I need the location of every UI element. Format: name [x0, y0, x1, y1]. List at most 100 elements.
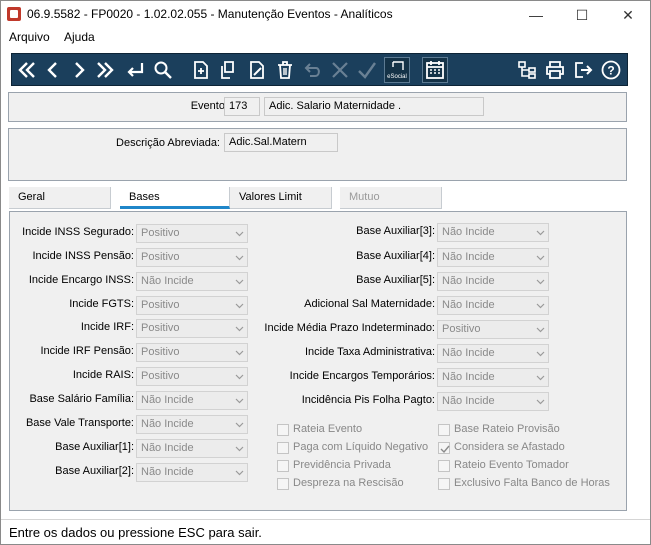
adicional-sal-maternidade-select[interactable]: Não Incide	[437, 296, 549, 315]
descricao-field[interactable]: Adic.Sal.Matern	[224, 133, 338, 152]
tab-valores-limit[interactable]: Valores Limit	[230, 187, 332, 209]
exclusivo-falta-banco-horas-checkbox[interactable]: Exclusivo Falta Banco de Horas	[438, 477, 618, 491]
base-salario-familia-label: Base Salário Família:	[29, 393, 134, 405]
delete-icon	[278, 61, 292, 79]
chevron-down-icon	[536, 303, 545, 309]
help-button[interactable]: ?	[598, 57, 624, 83]
toolbar: eSocial ?	[11, 53, 628, 86]
search-button[interactable]	[150, 57, 176, 83]
incidencia-pis-select[interactable]: Não Incide	[437, 392, 549, 411]
cancel-icon	[332, 62, 348, 78]
confirm-button[interactable]	[354, 57, 380, 83]
incide-fgts-label: Incide FGTS:	[69, 298, 134, 310]
print-button[interactable]	[542, 57, 568, 83]
base-auxiliar-5-select[interactable]: Não Incide	[437, 272, 549, 291]
chevron-down-icon	[235, 303, 244, 309]
exit-button[interactable]	[570, 57, 596, 83]
status-message: Entre os dados ou pressione ESC para sai…	[9, 525, 262, 540]
incide-irf-pensao-select[interactable]: Positivo	[136, 343, 248, 362]
application-window: 06.9.5582 - FP0020 - 1.02.02.055 - Manut…	[0, 0, 651, 545]
tab-mutuo[interactable]: Mutuo	[340, 187, 442, 209]
svg-text:?: ?	[607, 64, 614, 78]
calendar-button[interactable]	[422, 57, 448, 83]
chevron-down-icon	[235, 446, 244, 452]
confirm-icon	[358, 62, 376, 79]
incide-encargos-temporarios-select[interactable]: Não Incide	[437, 368, 549, 387]
chevron-down-icon	[536, 230, 545, 236]
chevron-down-icon	[536, 327, 545, 333]
incide-encargo-inss-select[interactable]: Não Incide	[136, 272, 248, 291]
tab-bases[interactable]: Bases	[120, 187, 230, 209]
evento-description-field[interactable]: Adic. Salario Maternidade .	[264, 97, 484, 116]
incide-inss-segurado-label: Incide INSS Segurado:	[22, 226, 134, 238]
previous-record-button[interactable]	[40, 57, 66, 83]
chevron-down-icon	[536, 279, 545, 285]
base-rateio-provisao-checkbox[interactable]: Base Rateio Provisão	[438, 423, 608, 437]
base-auxiliar-3-label: Base Auxiliar[3]:	[356, 225, 435, 237]
close-button[interactable]: ✕	[605, 1, 651, 29]
help-icon: ?	[601, 60, 621, 80]
esocial-button[interactable]: eSocial	[384, 57, 410, 83]
base-auxiliar-1-label: Base Auxiliar[1]:	[55, 441, 134, 453]
new-record-button[interactable]	[188, 57, 214, 83]
base-auxiliar-1-select[interactable]: Não Incide	[136, 439, 248, 458]
chevron-down-icon	[235, 350, 244, 356]
incide-rais-label: Incide RAIS:	[72, 369, 134, 381]
evento-code-field[interactable]: 173	[224, 97, 260, 116]
previdencia-privada-checkbox[interactable]: Previdência Privada	[277, 459, 427, 473]
incide-fgts-select[interactable]: Positivo	[136, 296, 248, 315]
incide-inss-segurado-select[interactable]: Positivo	[136, 224, 248, 243]
incide-inss-pensao-select[interactable]: Positivo	[136, 248, 248, 267]
incide-media-prazo-select[interactable]: Positivo	[437, 320, 549, 339]
first-record-button[interactable]	[14, 57, 40, 83]
despreza-rescisao-checkbox[interactable]: Despreza na Rescisão	[277, 477, 427, 491]
incide-rais-select[interactable]: Positivo	[136, 367, 248, 386]
next-record-button[interactable]	[66, 57, 92, 83]
rateio-evento-tomador-checkbox[interactable]: Rateio Evento Tomador	[438, 459, 608, 473]
incide-inss-pensao-label: Incide INSS Pensão:	[32, 250, 134, 262]
descricao-panel: Descrição Abreviada: Adic.Sal.Matern	[8, 128, 627, 181]
new-record-icon	[194, 61, 208, 79]
cancel-button[interactable]	[327, 57, 353, 83]
checkbox-box	[438, 478, 450, 490]
calendar-icon	[426, 61, 444, 79]
exit-icon	[575, 62, 593, 78]
menu-ajuda[interactable]: Ajuda	[64, 30, 95, 44]
tab-geral[interactable]: Geral	[9, 187, 111, 209]
chevron-down-icon	[536, 351, 545, 357]
evento-label: Evento:	[190, 100, 228, 112]
previous-icon	[47, 62, 57, 78]
maximize-button[interactable]: ☐	[559, 1, 605, 29]
tree-icon	[518, 61, 536, 79]
enter-icon	[127, 63, 144, 77]
paga-liquido-negativo-checkbox[interactable]: Paga com Líquido Negativo	[277, 441, 428, 455]
base-auxiliar-4-select[interactable]: Não Incide	[437, 248, 549, 267]
enter-button[interactable]	[122, 57, 148, 83]
considera-se-afastado-checkbox[interactable]: Considera se Afastado	[438, 441, 608, 455]
chevron-down-icon	[235, 279, 244, 285]
main-content: eSocial ? Evento: 173 Adic. Salario Mate…	[1, 49, 650, 519]
last-record-button[interactable]	[92, 57, 118, 83]
next-icon	[75, 62, 85, 78]
incide-taxa-administrativa-select[interactable]: Não Incide	[437, 344, 549, 363]
checkbox-box	[438, 460, 450, 472]
incide-encargo-inss-label: Incide Encargo INSS:	[28, 274, 134, 286]
base-auxiliar-3-select[interactable]: Não Incide	[437, 223, 549, 242]
undo-button[interactable]	[300, 57, 326, 83]
base-salario-familia-select[interactable]: Não Incide	[136, 391, 248, 410]
window-title: 06.9.5582 - FP0020 - 1.02.02.055 - Manut…	[27, 7, 393, 21]
incide-irf-select[interactable]: Positivo	[136, 319, 248, 338]
minimize-button[interactable]: —	[513, 1, 559, 29]
incide-media-prazo-label: Incide Média Prazo Indeterminado:	[264, 322, 435, 334]
chevron-down-icon	[536, 255, 545, 261]
delete-record-button[interactable]	[272, 57, 298, 83]
base-vale-transporte-select[interactable]: Não Incide	[136, 415, 248, 434]
copy-record-button[interactable]	[216, 57, 242, 83]
rateia-evento-checkbox[interactable]: Rateia Evento	[277, 423, 427, 437]
incide-taxa-administrativa-label: Incide Taxa Administrativa:	[304, 346, 435, 358]
base-auxiliar-2-select[interactable]: Não Incide	[136, 463, 248, 482]
tree-view-button[interactable]	[514, 57, 540, 83]
menu-arquivo[interactable]: Arquivo	[9, 30, 50, 44]
app-icon	[7, 7, 21, 21]
edit-record-button[interactable]	[244, 57, 270, 83]
